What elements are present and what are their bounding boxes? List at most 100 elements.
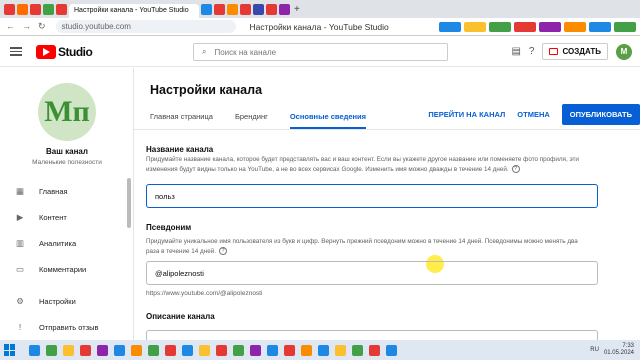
channel-avatar[interactable]: Мп [38,83,96,141]
taskbar-app-icon[interactable] [114,344,125,356]
create-label: СОЗДАТЬ [562,47,601,56]
sidebar-bottom-menu: ⚙ Настройки! Отправить отзыв [0,288,134,340]
taskbar-app-icon[interactable] [318,344,329,356]
taskbar-app-icon[interactable] [352,344,363,356]
extension-icon[interactable] [539,21,561,32]
taskbar-app-icon[interactable] [301,344,312,356]
taskbar-app-icon[interactable] [386,344,397,356]
clock[interactable]: 7:33 01.05.2024 [604,343,634,357]
address-text: studio.youtube.com [61,22,131,31]
taskbar-app-icon[interactable] [80,344,91,356]
taskbar-app-icon[interactable] [148,344,159,356]
forward-icon[interactable]: → [22,21,31,32]
cancel-button[interactable]: ОТМЕНА [517,110,550,119]
browser-tab-icon[interactable] [266,3,277,15]
taskbar-app-icon[interactable] [46,344,57,356]
extension-icon[interactable] [514,21,536,32]
menu-icon[interactable] [10,47,30,56]
browser-tab-icon[interactable] [201,3,212,15]
go-to-channel-link[interactable]: ПЕРЕЙТИ НА КАНАЛ [428,110,505,119]
new-tab-button[interactable]: + [294,4,300,15]
extension-icon[interactable] [589,21,611,32]
search-icon: ⌕ [202,47,207,56]
extension-icon[interactable] [489,21,511,32]
channel-name-input[interactable]: польз [146,184,598,208]
taskbar-app-icon[interactable] [233,344,244,356]
browser-tab-icon[interactable] [240,3,251,15]
taskbar-app-icon[interactable] [216,344,227,356]
sidebar-item-2[interactable]: ▥ Аналитика [0,230,134,256]
search-placeholder: Поиск на канале [214,47,277,57]
extensions-area [439,21,640,32]
browser-tab-icon[interactable] [30,3,41,15]
browser-tab-icon[interactable] [56,3,67,15]
handle-description-text: Придумайте уникальное имя пользователя и… [146,238,578,255]
extension-icon[interactable] [464,21,486,32]
sidebar-item-label: Аналитика [39,238,77,248]
sidebar-item-1[interactable]: ▶ Контент [0,204,134,230]
browser-tab-icon[interactable] [4,3,15,15]
sidebar-item-icon: ! [18,322,22,332]
create-button[interactable]: СОЗДАТЬ [542,43,608,60]
browser-tab-icon[interactable] [227,3,238,15]
taskbar-apps [29,344,397,356]
sidebar: Мп Ваш канал Маленькие полезности ▦ Главн… [0,68,134,340]
extension-icon[interactable] [614,21,636,32]
taskbar-app-icon[interactable] [267,344,278,356]
taskbar-app-icon[interactable] [335,344,346,356]
help-icon[interactable]: ? [529,46,535,57]
taskbar-app-icon[interactable] [284,344,295,356]
channel-name-label: Название канала [146,145,214,154]
account-avatar[interactable]: М [616,43,632,60]
taskbar-app-icon[interactable] [29,344,40,356]
taskbar-app-icon[interactable] [165,344,176,356]
taskbar-app-icon[interactable] [369,344,380,356]
sidebar-item-label: Настройки [39,296,76,306]
address-bar[interactable]: studio.youtube.com [55,20,236,33]
tabs-divider [134,129,640,130]
browser-tab-icon[interactable] [43,3,54,15]
language-indicator[interactable]: RU [590,347,599,353]
sidebar-item-1[interactable]: ! Отправить отзыв [0,314,134,340]
sidebar-menu: ▦ Главная ▶ Контент ▥ Аналитика ▭ Комментарии [0,178,134,282]
handle-url[interactable]: https://www.youtube.com/@alipoleznosti [146,290,262,297]
help-circle-icon[interactable]: ? [511,165,520,174]
taskbar-app-icon[interactable] [97,344,108,356]
studio-header: Studio ⌕ Поиск на канале ▤ ? СОЗДАТЬ М [0,37,640,67]
publish-button[interactable]: ОПУБЛИКОВАТЬ [561,104,640,125]
tab-home[interactable]: Главная страница [150,112,213,121]
tab-branding[interactable]: Брендинг [235,112,268,121]
browser-tab-icon[interactable] [214,3,225,15]
sidebar-item-0[interactable]: ▦ Главная [0,178,134,204]
taskbar-app-icon[interactable] [250,344,261,356]
extension-icon[interactable] [439,21,461,32]
sidebar-item-3[interactable]: ▭ Комментарии [0,256,134,282]
browser-tab-strip: Настройки канала - YouTube Studio + [0,0,640,18]
settings-main: Настройки канала ПЕРЕЙТИ НА КАНАЛ ОТМЕНА… [134,68,640,350]
handle-input[interactable]: @alipoleznosti [146,261,598,285]
channel-handle: Маленькие полезности [32,159,102,166]
browser-tab-icon[interactable] [279,3,290,15]
taskbar-app-icon[interactable] [131,344,142,356]
clock-date: 01.05.2024 [603,350,634,356]
sidebar-scrollbar[interactable] [127,178,131,228]
browser-tab-icon[interactable] [253,3,264,15]
taskbar-app-icon[interactable] [63,344,74,356]
tab-basic-info[interactable]: Основные сведения [289,112,367,129]
windows-start-icon[interactable] [4,344,16,356]
sidebar-item-0[interactable]: ⚙ Настройки [0,288,134,314]
channel-search-input[interactable]: ⌕ Поиск на канале [193,43,448,61]
reload-icon[interactable]: ↻ [38,21,46,32]
taskbar-app-icon[interactable] [182,344,193,356]
handle-label: Псевдоним [146,223,192,232]
back-icon[interactable]: ← [6,21,15,32]
studio-logo[interactable]: Studio [36,44,93,59]
help-circle-icon[interactable]: ? [218,247,227,256]
sidebar-item-label: Комментарии [39,264,87,274]
sidebar-item-icon: ▥ [15,237,25,248]
active-tab[interactable]: Настройки канала - YouTube Studio [69,4,199,18]
messages-icon[interactable]: ▤ [511,46,520,57]
taskbar-app-icon[interactable] [199,344,210,356]
extension-icon[interactable] [564,21,586,32]
browser-tab-icon[interactable] [17,3,28,15]
